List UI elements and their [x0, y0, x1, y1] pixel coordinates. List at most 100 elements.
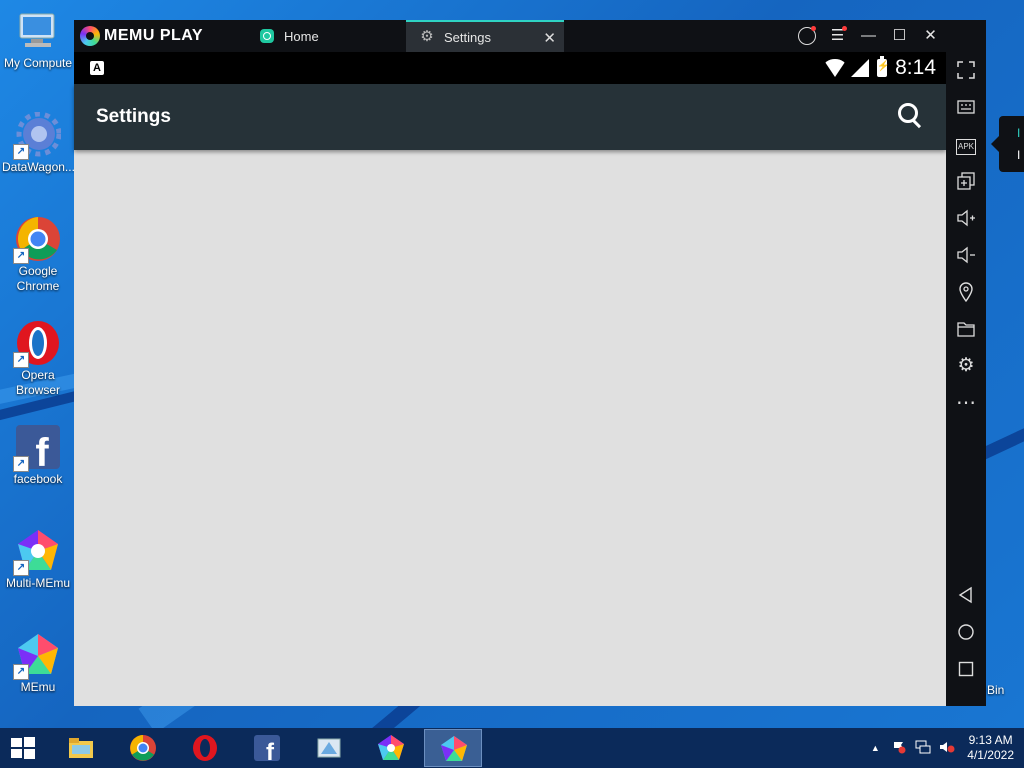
location-pin-icon: [959, 282, 973, 303]
app-window-icon: [317, 738, 341, 758]
minimize-icon: —: [861, 27, 876, 44]
android-home-button[interactable]: [946, 617, 986, 647]
settings-gear-icon: ⚙: [420, 28, 434, 45]
close-button[interactable]: ✕: [915, 20, 946, 52]
keyboard-icon: [957, 100, 975, 114]
action-center-flag-icon[interactable]: [890, 740, 908, 757]
system-tray: ▲ 9:13 AM 4/1/2022: [863, 728, 1024, 768]
app-bar: Settings: [74, 84, 946, 150]
start-button[interactable]: [0, 728, 48, 768]
gear-cog-icon: ↗: [13, 111, 62, 160]
notification-dot: [842, 26, 847, 31]
opera-icon: [193, 735, 217, 761]
taskbar-facebook[interactable]: f: [238, 729, 296, 767]
memu-side-toolbar: APK ⚙ ⋯: [946, 20, 986, 706]
fullscreen-icon: [957, 61, 975, 79]
tab-label: Home: [284, 28, 319, 44]
android-recents-button[interactable]: [946, 654, 986, 684]
shortcut-arrow-icon: ↗: [13, 560, 29, 576]
computer-icon: [15, 8, 61, 54]
tab-close-icon[interactable]: ✕: [543, 29, 556, 47]
fullscreen-button[interactable]: [946, 55, 986, 85]
multi-window-button[interactable]: [946, 166, 986, 196]
facebook-icon: f: [254, 735, 280, 762]
clock-time: 9:13 AM: [968, 733, 1013, 747]
taskbar-multi-memu[interactable]: [362, 729, 420, 767]
volume-muted-icon[interactable]: [938, 740, 956, 757]
folder-icon: [957, 322, 975, 337]
apk-install-button[interactable]: APK: [946, 129, 986, 159]
volume-down-button[interactable]: [946, 240, 986, 270]
page-title: Settings: [96, 106, 171, 127]
recycle-bin-label[interactable]: Bin: [987, 683, 1004, 697]
tab-label: Settings: [444, 29, 491, 45]
close-icon: ✕: [924, 27, 937, 44]
menu-button[interactable]: ☰: [822, 20, 853, 52]
memu-window: MEMU PLAY Home ⚙ Settings ✕ ☰ — ☐ ✕ ‹‹‹ …: [74, 20, 986, 706]
desktop-icon-chrome[interactable]: ↗ Google Chrome: [2, 216, 74, 294]
android-screen[interactable]: A 8:14 Settings: [74, 52, 946, 706]
recents-square-icon: [958, 661, 974, 677]
more-button[interactable]: ⋯: [946, 388, 986, 418]
opera-icon: ↗: [13, 320, 61, 368]
network-icon[interactable]: [914, 740, 932, 757]
desktop-icon-label: Opera Browser: [15, 368, 60, 397]
maximize-icon: ☐: [892, 27, 907, 44]
memu-icon: ↗: [13, 632, 61, 680]
location-button[interactable]: [946, 277, 986, 307]
notification-dot: [811, 26, 816, 31]
desktop-icon-label: Multi-MEmu: [5, 576, 70, 590]
maximize-button[interactable]: ☐: [884, 20, 915, 52]
multi-window-icon: [957, 172, 975, 190]
clock-date: 4/1/2022: [967, 748, 1014, 762]
android-back-button[interactable]: [946, 580, 986, 610]
tab-home[interactable]: Home: [246, 20, 406, 52]
desktop-icon-datawagon[interactable]: ↗ DataWagon...: [2, 111, 75, 175]
minimize-button[interactable]: —: [853, 20, 884, 52]
memu-logo-text: MEMU PLAY: [104, 27, 204, 44]
settings-button[interactable]: ⚙: [946, 351, 986, 381]
taskbar-clock[interactable]: 9:13 AM 4/1/2022: [967, 733, 1014, 763]
status-icons: 8:14: [823, 52, 936, 84]
tab-settings[interactable]: ⚙ Settings ✕: [406, 20, 564, 52]
desktop-icon-multi-memu[interactable]: ↗ Multi-MEmu: [2, 528, 74, 591]
shortcut-arrow-icon: ↗: [13, 664, 29, 680]
shortcut-arrow-icon: ↗: [13, 456, 29, 472]
desktop-icon-memu[interactable]: ↗ MEmu: [2, 632, 74, 695]
battery-charging-icon: [877, 56, 888, 77]
home-circle-icon: [958, 624, 974, 640]
android-status-bar: A 8:14: [74, 52, 946, 84]
desktop-icon-opera[interactable]: ↗ Opera Browser: [2, 320, 74, 398]
desktop-icons: My Compute ↗ DataWagon... ↗ Google Chrom…: [0, 0, 76, 728]
facebook-icon: f ↗: [13, 424, 61, 475]
taskbar-file-explorer[interactable]: [52, 729, 110, 767]
memu-logo-icon: [80, 26, 100, 46]
memu-title-bar[interactable]: MEMU PLAY Home ⚙ Settings ✕ ☰ — ☐ ✕ ‹‹‹: [74, 20, 986, 52]
apk-icon: APK: [955, 139, 976, 155]
folder-button[interactable]: [946, 314, 986, 344]
desktop-icon-my-computer[interactable]: My Compute: [2, 8, 74, 71]
volume-up-icon: [957, 209, 975, 227]
keyboard-button[interactable]: [946, 92, 986, 122]
wifi-icon: [823, 59, 848, 77]
taskbar-opera[interactable]: [176, 729, 234, 767]
desktop-icon-facebook[interactable]: f ↗ facebook: [2, 424, 74, 487]
folder-icon: [69, 738, 93, 758]
desktop-icon-label: My Compute: [3, 56, 73, 70]
show-hidden-icons-chevron-icon[interactable]: ▲: [866, 743, 884, 753]
status-time: 8:14: [895, 56, 936, 79]
notification-badge-icon: A: [90, 61, 104, 75]
volume-up-button[interactable]: [946, 203, 986, 233]
taskbar-app-window[interactable]: [300, 729, 358, 767]
settings-content-area: [74, 150, 946, 706]
shortcut-arrow-icon: ↗: [13, 352, 29, 368]
taskbar-memu[interactable]: [424, 729, 482, 767]
search-icon[interactable]: [898, 103, 924, 129]
svg-text:f: f: [266, 739, 275, 762]
desktop-icon-label: Google Chrome: [16, 264, 60, 293]
desktop-icon-label: facebook: [13, 472, 63, 486]
account-button[interactable]: [791, 20, 822, 52]
desktop-icon-label: DataWagon...: [2, 160, 75, 174]
shortcut-arrow-icon: ↗: [13, 248, 29, 264]
taskbar-chrome[interactable]: [114, 729, 172, 767]
